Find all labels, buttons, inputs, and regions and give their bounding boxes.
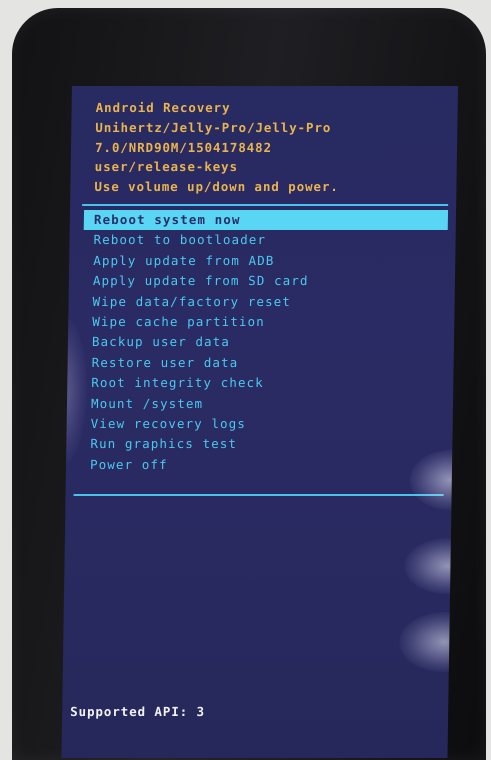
menu-item-backup-user-data[interactable]: Backup user data bbox=[82, 332, 446, 352]
menu-item-restore-user-data[interactable]: Restore user data bbox=[81, 353, 445, 373]
bottom-divider bbox=[73, 494, 444, 496]
menu-item-wipe-cache-partition[interactable]: Wipe cache partition bbox=[82, 312, 446, 332]
screen-glare bbox=[404, 538, 458, 594]
header-device: Unihertz/Jelly-Pro/Jelly-Pro bbox=[95, 119, 332, 135]
menu-item-root-integrity-check[interactable]: Root integrity check bbox=[81, 373, 445, 393]
menu-item-reboot-system-now[interactable]: Reboot system now bbox=[83, 210, 449, 231]
menu-item-apply-update-from-sd-card[interactable]: Apply update from SD card bbox=[83, 271, 447, 291]
screen-glare bbox=[398, 612, 458, 672]
supported-api-label: Supported API: 3 bbox=[70, 704, 206, 719]
menu-item-reboot-to-bootloader[interactable]: Reboot to bootloader bbox=[83, 230, 447, 250]
header-keys: user/release-keys bbox=[94, 159, 239, 175]
menu-item-mount-system[interactable]: Mount /system bbox=[81, 394, 445, 414]
menu-item-apply-update-from-adb[interactable]: Apply update from ADB bbox=[83, 251, 447, 271]
recovery-header: Android Recovery Unihertz/Jelly-Pro/Jell… bbox=[94, 98, 340, 197]
top-divider bbox=[82, 204, 449, 206]
header-instructions: Use volume up/down and power. bbox=[94, 179, 339, 195]
recovery-menu: Reboot system now Reboot to bootloader A… bbox=[80, 210, 449, 475]
header-title: Android Recovery bbox=[95, 100, 231, 115]
menu-item-wipe-data-factory-reset[interactable]: Wipe data/factory reset bbox=[82, 292, 446, 312]
recovery-screen: Android Recovery Unihertz/Jelly-Pro/Jell… bbox=[61, 86, 458, 758]
header-build: 7.0/NRD90M/1504178482 bbox=[94, 139, 273, 155]
phone-body: Android Recovery Unihertz/Jelly-Pro/Jell… bbox=[12, 8, 486, 760]
menu-item-power-off[interactable]: Power off bbox=[80, 455, 444, 475]
menu-item-view-recovery-logs[interactable]: View recovery logs bbox=[81, 414, 445, 434]
menu-item-run-graphics-test[interactable]: Run graphics test bbox=[80, 434, 444, 454]
